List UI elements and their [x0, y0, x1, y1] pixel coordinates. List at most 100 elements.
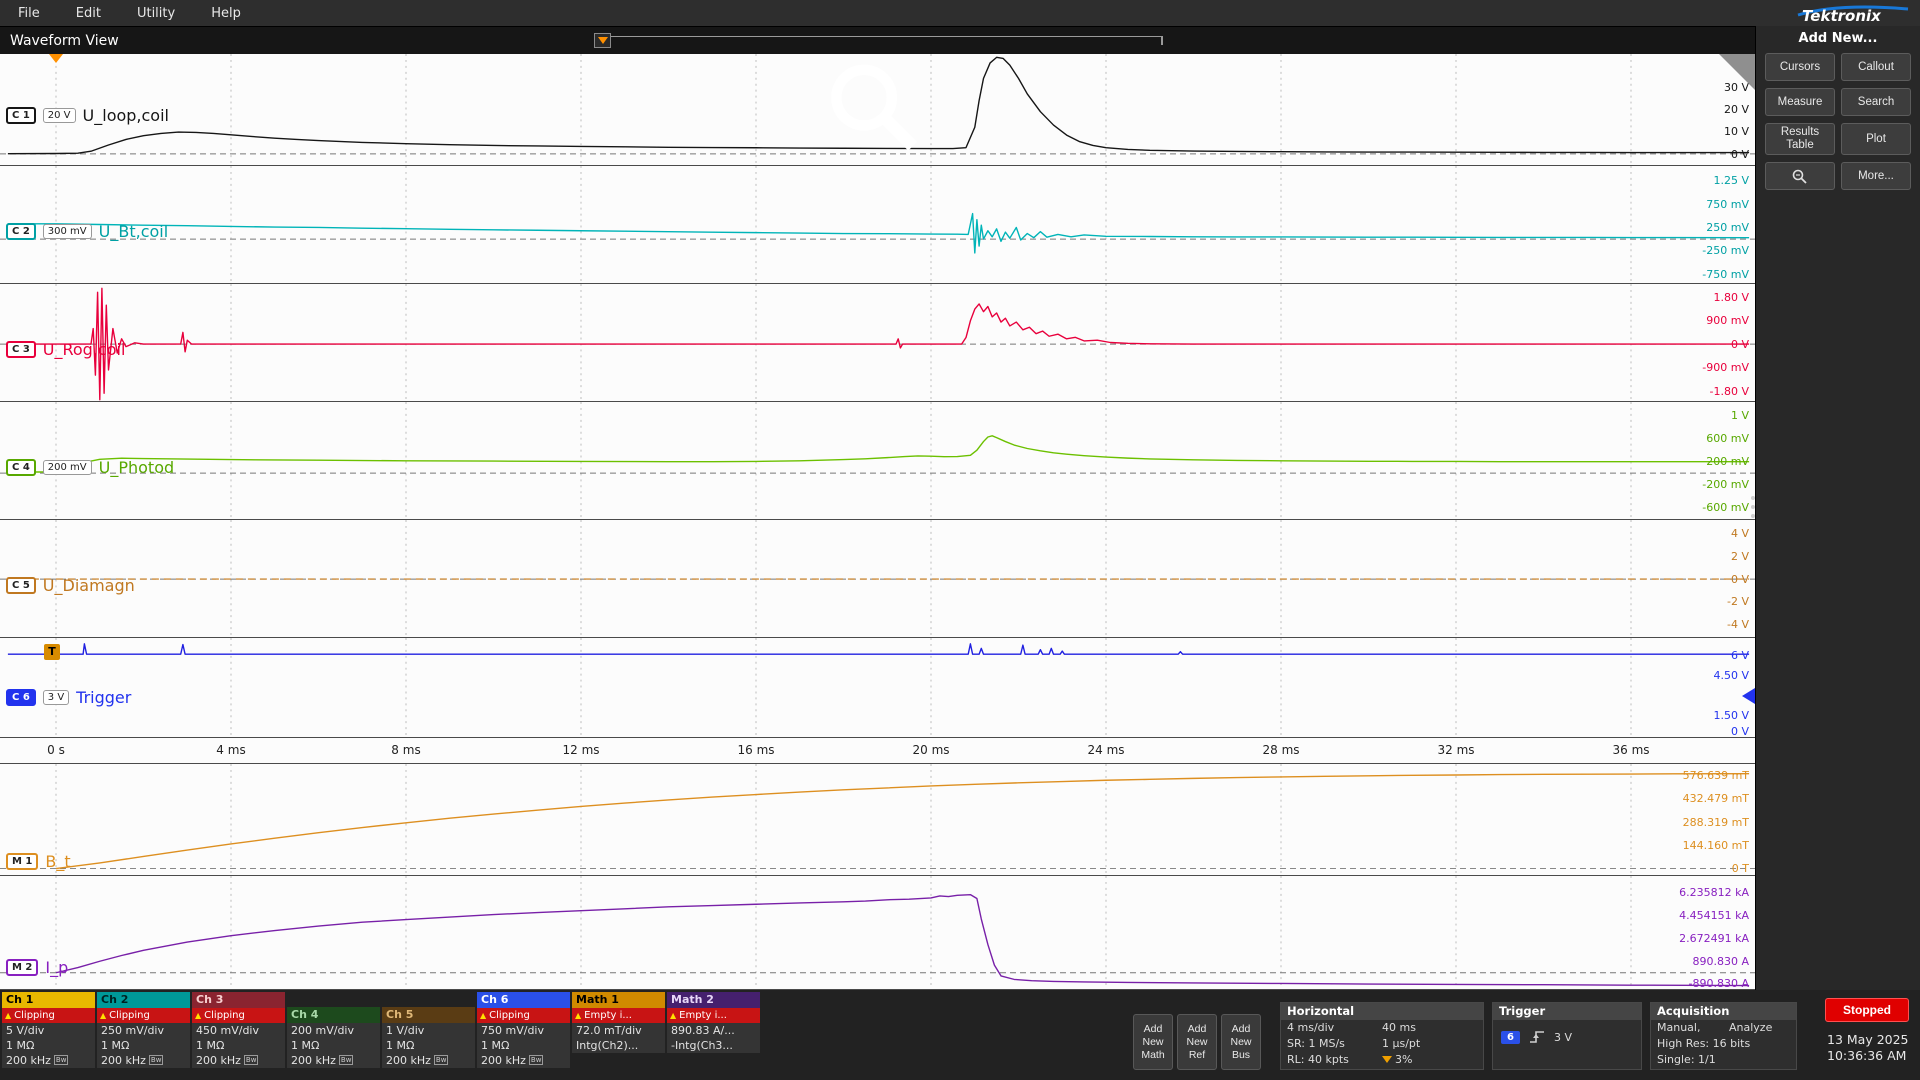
channel-strip-header-ch-2[interactable]: Ch 2 — [97, 992, 190, 1008]
acquisition-panel[interactable]: Acquisition Manual,AnalyzeHigh Res: 16 b… — [1650, 1002, 1797, 1070]
horizontal-panel[interactable]: Horizontal 4 ms/div40 msSR: 1 MS/s1 µs/p… — [1280, 1002, 1484, 1070]
slice-m1: 576.639 mT432.479 mT288.319 mT144.160 mT… — [0, 764, 1755, 876]
sidebar-button-cursors[interactable]: Cursors — [1765, 53, 1835, 81]
warning-icon: ▲ — [5, 1012, 11, 1020]
trigger-panel[interactable]: Trigger 6 3 V — [1492, 1002, 1642, 1070]
clipping-warning: ▲Clipping — [477, 1008, 570, 1023]
channel-badge-ch6[interactable]: C 6 — [6, 689, 36, 706]
time-tick-label: 28 ms — [1262, 743, 1299, 757]
expansion-point-icon[interactable] — [594, 33, 611, 48]
channel-label-ch5[interactable]: U_Diamagn — [43, 576, 135, 595]
menu-item-edit[interactable]: Edit — [58, 6, 119, 21]
channel-strip-math-2[interactable]: Math 2▲Empty i...890.83 A/...-Intg(Ch3..… — [667, 992, 760, 1053]
scale-badge-ch6[interactable]: 3 V — [43, 690, 69, 705]
channel-label-m1[interactable]: B_t — [45, 852, 70, 871]
trigger-panel-title: Trigger — [1493, 1003, 1641, 1020]
channel-strip-ch-6[interactable]: Ch 6▲Clipping750 mV/div1 MΩ200 kHzBw — [477, 992, 570, 1068]
axis-label: 0 T — [1732, 862, 1749, 875]
channel-cluster-ch5: C 5 U_Diamagn — [6, 576, 135, 595]
channel-badge-m1[interactable]: M 1 — [6, 853, 38, 870]
sidebar-button-results-table[interactable]: Results Table — [1765, 123, 1835, 155]
horizontal-row[interactable]: SR: 1 MS/s1 µs/pt — [1281, 1036, 1483, 1052]
trigger-panel-body: 6 3 V — [1493, 1020, 1641, 1054]
channel-badge-ch5[interactable]: C 5 — [6, 577, 36, 594]
channel-strip-header-ch-5[interactable]: Ch 5 — [382, 1007, 475, 1023]
trigger-t-badge[interactable]: T — [44, 644, 60, 660]
channel-cluster-ch6: C 6 3 V Trigger — [6, 688, 131, 707]
add-new-bus-button[interactable]: Add New Bus — [1221, 1014, 1261, 1070]
axis-label: 1.80 V — [1713, 291, 1749, 304]
magnifier-icon[interactable] — [0, 56, 1752, 167]
add-new-math-button[interactable]: Add New Math — [1133, 1014, 1173, 1070]
sidebar-button-measure[interactable]: Measure — [1765, 88, 1835, 116]
sidebar-button-callout[interactable]: Callout — [1841, 53, 1911, 81]
channel-strip-header-ch-6[interactable]: Ch 6 — [477, 992, 570, 1008]
sidebar-button-zoom-mode[interactable] — [1765, 162, 1835, 190]
strip-row: 200 kHzBw — [287, 1053, 380, 1068]
trace-ch4 — [0, 402, 1755, 519]
channel-strip-ch-1[interactable]: Ch 1▲Clipping5 V/div1 MΩ200 kHzBw — [2, 992, 95, 1068]
bandwidth-icon: Bw — [529, 1055, 544, 1065]
splitter-handle[interactable] — [1751, 496, 1755, 518]
channel-label-ch4[interactable]: U_Photod — [99, 458, 175, 477]
trigger-level-icon[interactable] — [1742, 688, 1755, 704]
channel-strip-header-math-1[interactable]: Math 1 — [572, 992, 665, 1008]
stopped-button[interactable]: Stopped — [1825, 998, 1909, 1022]
bandwidth-icon: Bw — [54, 1055, 69, 1065]
channel-strip-ch-4[interactable]: Ch 4200 mV/div1 MΩ200 kHzBw — [287, 1007, 380, 1068]
channel-cluster-m2: M 2 I_p — [6, 958, 68, 977]
scale-badge-ch2[interactable]: 300 mV — [43, 224, 92, 239]
channel-badge-ch4[interactable]: C 4 — [6, 459, 36, 476]
channel-strip-header-ch-3[interactable]: Ch 3 — [192, 992, 285, 1008]
sidebar-button-more[interactable]: More... — [1841, 162, 1911, 190]
axis-label: 4 V — [1731, 527, 1749, 540]
menu-item-utility[interactable]: Utility — [119, 6, 193, 21]
channel-badge-ch3[interactable]: C 3 — [6, 341, 36, 358]
bandwidth-icon: Bw — [244, 1055, 259, 1065]
time-tick-label: 8 ms — [391, 743, 420, 757]
sidebar-buttons: CursorsCalloutMeasureSearchResults Table… — [1765, 53, 1911, 197]
menu-item-help[interactable]: Help — [193, 6, 259, 21]
channel-label-ch6[interactable]: Trigger — [76, 688, 131, 707]
add-new-ref-button[interactable]: Add New Ref — [1177, 1014, 1217, 1070]
channel-strip-math-1[interactable]: Math 1▲Empty i...72.0 mT/divIntg(Ch2)... — [572, 992, 665, 1053]
channel-strip-ch-3[interactable]: Ch 3▲Clipping450 mV/div1 MΩ200 kHzBw — [192, 992, 285, 1068]
axis-label: 0 V — [1731, 725, 1749, 738]
strip-row: 200 kHzBw — [477, 1053, 570, 1068]
expansion-marker-icon — [598, 37, 608, 44]
acquisition-row[interactable]: Manual,Analyze — [1651, 1020, 1796, 1036]
axis-label: -900 mV — [1702, 361, 1749, 374]
axis-label: 600 mV — [1706, 432, 1749, 445]
record-view-bracket[interactable] — [611, 36, 1163, 45]
strip-row: 890.83 A/... — [667, 1023, 760, 1038]
axis-label: -250 mV — [1702, 244, 1749, 257]
horizontal-row[interactable]: 4 ms/div40 ms — [1281, 1020, 1483, 1036]
acquisition-row[interactable]: High Res: 16 bits — [1651, 1036, 1796, 1052]
channel-label-ch2[interactable]: U_Bt,coil — [99, 222, 169, 241]
time-tick-label: 24 ms — [1087, 743, 1124, 757]
menu-items: FileEditUtilityHelp — [0, 6, 259, 21]
channel-badge-m2[interactable]: M 2 — [6, 959, 38, 976]
scale-badge-ch4[interactable]: 200 mV — [43, 460, 92, 475]
channel-strip-header-math-2[interactable]: Math 2 — [667, 992, 760, 1008]
channel-strip-ch-5[interactable]: Ch 51 V/div1 MΩ200 kHzBw — [382, 1007, 475, 1068]
menu-item-file[interactable]: File — [0, 6, 58, 21]
channel-label-m2[interactable]: I_p — [45, 958, 68, 977]
acquisition-row[interactable]: Single: 1/1 — [1651, 1052, 1796, 1068]
channel-strip-header-ch-1[interactable]: Ch 1 — [2, 992, 95, 1008]
horizontal-row[interactable]: RL: 40 kpts3% — [1281, 1052, 1483, 1068]
axis-label: -1.80 V — [1710, 385, 1749, 398]
channel-strip-ch-2[interactable]: Ch 2▲Clipping250 mV/div1 MΩ200 kHzBw — [97, 992, 190, 1068]
zoom-record-indicator[interactable] — [594, 33, 1163, 48]
channel-strip-header-ch-4[interactable]: Ch 4 — [287, 1007, 380, 1023]
main-area: Waveform View 30 V20 V10 V0 VC 120 VU_lo… — [0, 26, 1920, 990]
axis-label: -2 V — [1727, 595, 1749, 608]
trigger-source-badge[interactable]: 6 — [1501, 1031, 1520, 1044]
warning-icon: ▲ — [575, 1012, 581, 1020]
channel-badge-ch2[interactable]: C 2 — [6, 223, 36, 240]
sidebar-button-plot[interactable]: Plot — [1841, 123, 1911, 155]
channel-label-ch3[interactable]: U_Rog,coil — [43, 340, 126, 359]
sidebar-button-search[interactable]: Search — [1841, 88, 1911, 116]
trigger-position-mini-icon — [1382, 1056, 1392, 1063]
clipping-warning: ▲Empty i... — [667, 1008, 760, 1023]
